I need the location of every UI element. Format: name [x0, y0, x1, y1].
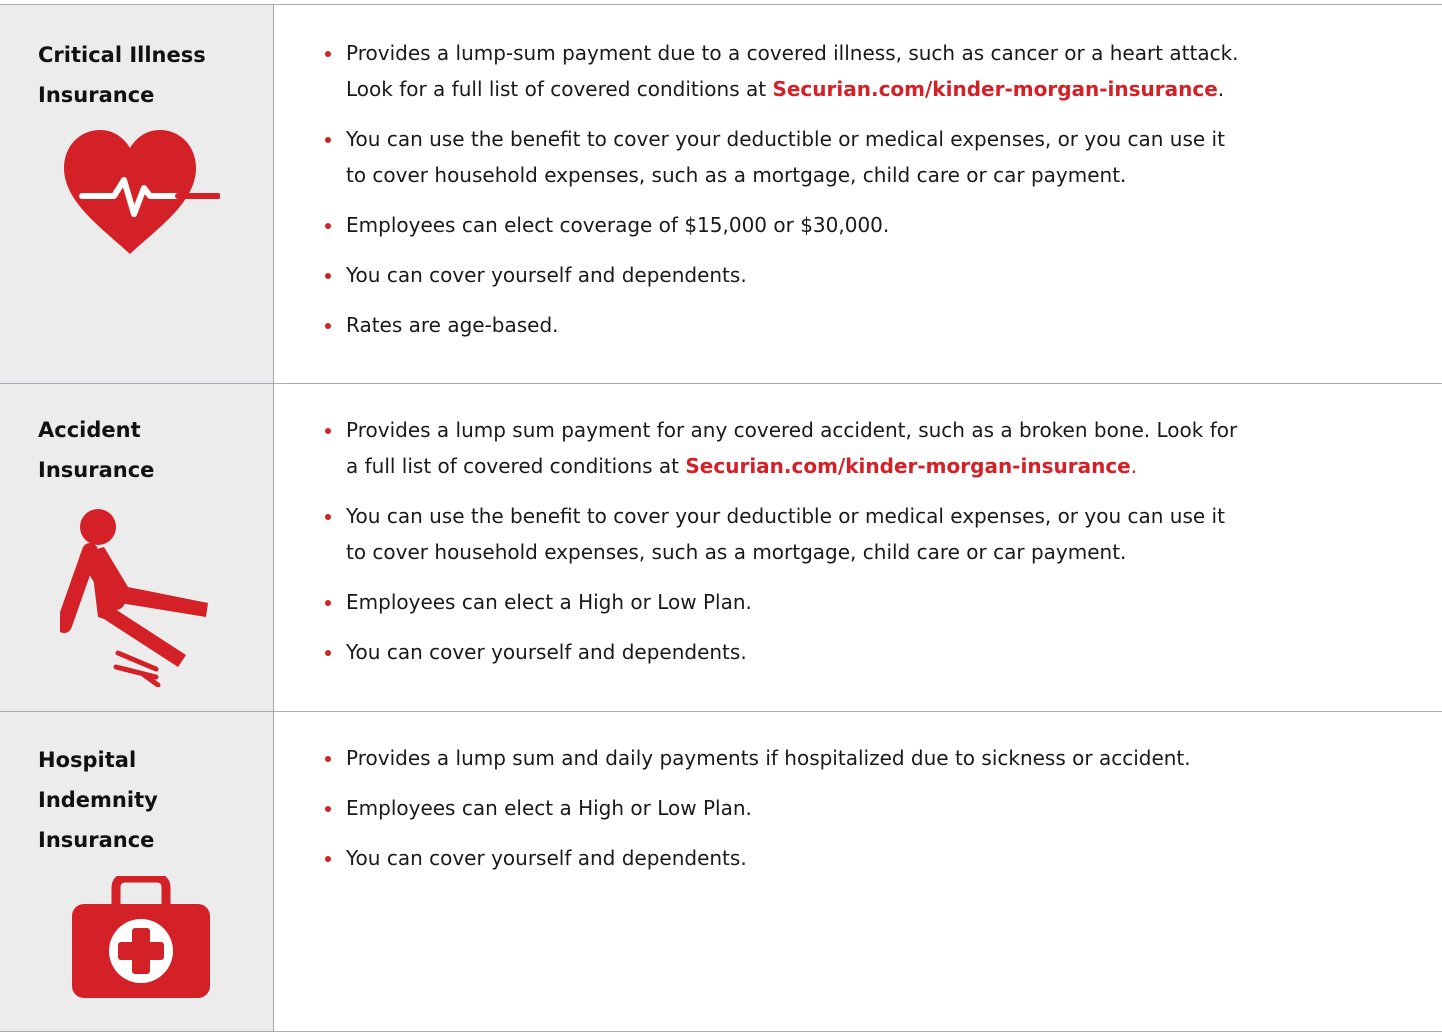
- list-item: You can cover yourself and dependents.: [322, 634, 1402, 670]
- bullet-text: Provides a lump sum payment for any cove…: [346, 418, 1238, 442]
- bullet-text: Look for a full list of covered conditio…: [346, 77, 773, 101]
- row-label-cell: Hospital Indemnity Insurance: [0, 712, 274, 1031]
- slip-and-fall-icon: [60, 509, 208, 687]
- insurance-table: Critical Illness Insurance Provides a lu…: [0, 0, 1442, 1032]
- list-item: Provides a lump sum and daily payments i…: [322, 740, 1402, 776]
- bullet-text: You can cover yourself and dependents.: [346, 640, 747, 664]
- row-title-line: Insurance: [38, 458, 155, 482]
- securian-link[interactable]: Securian.com/kinder-morgan-insurance: [772, 77, 1217, 101]
- bullet-punctuation: .: [1130, 454, 1138, 478]
- bullet-text: a full list of covered conditions at: [346, 454, 686, 478]
- row-title-line: Insurance: [38, 828, 155, 852]
- row-title-line: Critical Illness: [38, 43, 206, 67]
- row-title-line: Insurance: [38, 83, 155, 107]
- table-row-accident: Accident Insurance Provides a lump sum p…: [0, 384, 1442, 712]
- row-title: Critical Illness Insurance: [38, 35, 258, 115]
- bullet-text: to cover household expenses, such as a m…: [346, 163, 1127, 187]
- list-item: Employees can elect a High or Low Plan.: [322, 584, 1402, 620]
- list-item: You can use the benefit to cover your de…: [322, 121, 1402, 193]
- bullet-list: Provides a lump sum and daily payments i…: [322, 740, 1402, 890]
- table-row-hospital-indemnity: Hospital Indemnity Insurance Provides a …: [0, 712, 1442, 1032]
- bullet-text: You can cover yourself and dependents.: [346, 263, 747, 287]
- row-title-line: Indemnity: [38, 788, 158, 812]
- row-title-line: Hospital: [38, 748, 137, 772]
- list-item: Employees can elect coverage of $15,000 …: [322, 207, 1402, 243]
- bullet-text: to cover household expenses, such as a m…: [346, 540, 1127, 564]
- bullet-text: Employees can elect coverage of $15,000 …: [346, 213, 890, 237]
- bullet-punctuation: .: [1217, 77, 1225, 101]
- first-aid-kit-icon: [72, 876, 210, 998]
- bullet-text: You can use the benefit to cover your de…: [346, 504, 1225, 528]
- list-item: Provides a lump-sum payment due to a cov…: [322, 35, 1402, 107]
- list-item: You can cover yourself and dependents.: [322, 840, 1402, 876]
- list-item: You can use the benefit to cover your de…: [322, 498, 1402, 570]
- securian-link[interactable]: Securian.com/kinder-morgan-insurance: [685, 454, 1130, 478]
- list-item: Rates are age-based.: [322, 307, 1402, 343]
- list-item: You can cover yourself and dependents.: [322, 257, 1402, 293]
- heartbeat-icon: [64, 130, 220, 254]
- bullet-text: You can use the benefit to cover your de…: [346, 127, 1225, 151]
- bullet-list: Provides a lump-sum payment due to a cov…: [322, 35, 1402, 357]
- bullet-text: Rates are age-based.: [346, 313, 559, 337]
- bullet-text: Employees can elect a High or Low Plan.: [346, 590, 752, 614]
- bullet-list: Provides a lump sum payment for any cove…: [322, 412, 1402, 684]
- list-item: Provides a lump sum payment for any cove…: [322, 412, 1402, 484]
- row-label-cell: Critical Illness Insurance: [0, 5, 274, 383]
- bullet-text: Employees can elect a High or Low Plan.: [346, 796, 752, 820]
- bullet-text: Provides a lump sum and daily payments i…: [346, 746, 1191, 770]
- bullet-text: You can cover yourself and dependents.: [346, 846, 747, 870]
- table-row-critical-illness: Critical Illness Insurance Provides a lu…: [0, 4, 1442, 384]
- list-item: Employees can elect a High or Low Plan.: [322, 790, 1402, 826]
- row-title: Accident Insurance: [38, 410, 258, 490]
- bullet-text: Provides a lump-sum payment due to a cov…: [346, 41, 1239, 65]
- row-label-cell: Accident Insurance: [0, 384, 274, 711]
- row-title: Hospital Indemnity Insurance: [38, 740, 258, 860]
- row-title-line: Accident: [38, 418, 141, 442]
